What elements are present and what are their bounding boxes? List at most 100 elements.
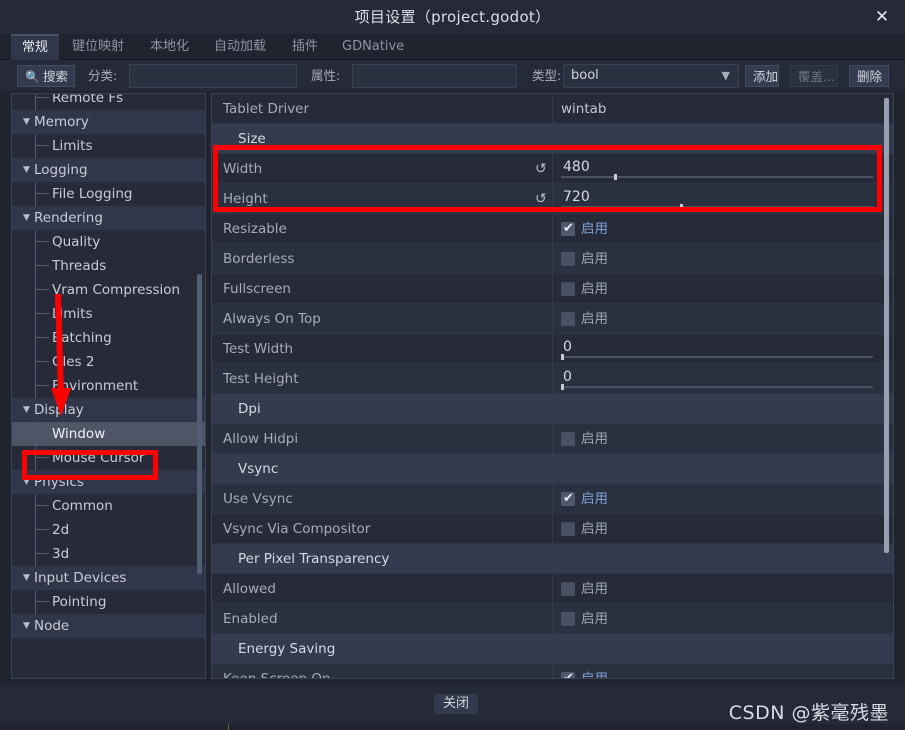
- property-value[interactable]: ✔ 启用: [553, 664, 883, 678]
- property-list-panel[interactable]: Tablet Driver wintab Size Width ↺ 480 Height ↺ 7…: [211, 93, 894, 679]
- sidebar-scrollbar[interactable]: [197, 274, 202, 574]
- sidebar-item-common[interactable]: Common: [12, 494, 205, 518]
- number-slider-grip[interactable]: [561, 384, 564, 390]
- revert-icon[interactable]: ↺: [535, 161, 551, 177]
- tab-5[interactable]: 插件: [281, 34, 329, 60]
- property-row[interactable]: Borderless 启用: [212, 244, 893, 274]
- checkbox-unchecked-icon[interactable]: [561, 582, 575, 596]
- search-button[interactable]: 🔍 搜索: [17, 65, 75, 87]
- chevron-down-icon[interactable]: ▼: [23, 614, 33, 638]
- revert-icon[interactable]: ↺: [535, 191, 551, 207]
- chevron-down-icon[interactable]: ▼: [23, 110, 33, 134]
- close-button[interactable]: 关闭: [434, 694, 479, 714]
- property-value[interactable]: 0: [553, 334, 883, 364]
- property-value[interactable]: 启用: [553, 574, 883, 604]
- property-row[interactable]: Test Height 0: [212, 364, 893, 394]
- tab-1[interactable]: 常规: [11, 34, 60, 60]
- sidebar-item-physics[interactable]: ▼ Physics: [12, 470, 205, 494]
- sidebar-item-file-logging[interactable]: File Logging: [12, 182, 205, 206]
- sidebar-item-quality[interactable]: Quality: [12, 230, 205, 254]
- number-slider-track[interactable]: [561, 356, 873, 358]
- checkbox-unchecked-icon[interactable]: [561, 282, 575, 296]
- sidebar-item-memory[interactable]: ▼ Memory: [12, 110, 205, 134]
- type-select[interactable]: bool ▼: [563, 64, 739, 88]
- tab-3[interactable]: 本地化: [139, 34, 200, 60]
- property-list-scrollbar[interactable]: [884, 98, 889, 553]
- checkbox-unchecked-icon[interactable]: [561, 522, 575, 536]
- property-value[interactable]: wintab: [553, 94, 883, 124]
- chevron-down-icon[interactable]: ▼: [23, 398, 33, 422]
- property-row[interactable]: Height ↺ 720: [212, 184, 893, 214]
- sidebar-item-batching[interactable]: Batching: [12, 326, 205, 350]
- chevron-down-icon[interactable]: ▼: [23, 566, 33, 590]
- tab-2[interactable]: 键位映射: [61, 34, 135, 60]
- property-row[interactable]: Use Vsync ✔ 启用: [212, 484, 893, 514]
- property-input[interactable]: [352, 64, 517, 88]
- category-input[interactable]: [129, 64, 297, 88]
- number-value[interactable]: 0: [563, 366, 572, 388]
- checkbox-unchecked-icon[interactable]: [561, 612, 575, 626]
- settings-category-tree[interactable]: Remote Fs ▼ Memory Limits ▼ Logging File Loggi…: [11, 93, 206, 679]
- override-button[interactable]: 覆盖...: [790, 65, 838, 87]
- tab-6[interactable]: GDNative: [331, 34, 415, 60]
- property-row[interactable]: Tablet Driver wintab: [212, 94, 893, 124]
- chevron-down-icon[interactable]: ▼: [23, 206, 33, 230]
- sidebar-item-pointing[interactable]: Pointing: [12, 590, 205, 614]
- tab-4[interactable]: 自动加载: [203, 34, 277, 60]
- chevron-down-icon[interactable]: ▼: [23, 158, 33, 182]
- number-value[interactable]: 480: [563, 156, 590, 178]
- property-value[interactable]: 0: [553, 364, 883, 394]
- property-value[interactable]: 启用: [553, 244, 883, 274]
- sidebar-item-gles-2[interactable]: Gles 2: [12, 350, 205, 374]
- sidebar-item-limits[interactable]: Limits: [12, 134, 205, 158]
- sidebar-item-logging[interactable]: ▼ Logging: [12, 158, 205, 182]
- sidebar-item-environment[interactable]: Environment: [12, 374, 205, 398]
- property-value[interactable]: 启用: [553, 514, 883, 544]
- property-row[interactable]: Vsync Via Compositor 启用: [212, 514, 893, 544]
- number-value[interactable]: 720: [563, 186, 590, 208]
- add-button[interactable]: 添加: [745, 65, 779, 87]
- property-row[interactable]: Allowed 启用: [212, 574, 893, 604]
- sidebar-item-rendering[interactable]: ▼ Rendering: [12, 206, 205, 230]
- sidebar-item-node[interactable]: ▼ Node: [12, 614, 205, 638]
- number-slider-track[interactable]: [561, 206, 873, 208]
- number-slider-grip[interactable]: [561, 354, 564, 360]
- property-value[interactable]: 启用: [553, 424, 883, 454]
- number-slider-track[interactable]: [561, 386, 873, 388]
- property-row[interactable]: Keep Screen On ✔ 启用: [212, 664, 893, 678]
- checkbox-unchecked-icon[interactable]: [561, 312, 575, 326]
- property-value[interactable]: ✔ 启用: [553, 214, 883, 244]
- number-value[interactable]: 0: [563, 336, 572, 358]
- sidebar-item-display[interactable]: ▼ Display: [12, 398, 205, 422]
- delete-button[interactable]: 删除: [849, 65, 889, 87]
- property-row[interactable]: Width ↺ 480: [212, 154, 893, 184]
- number-slider-grip[interactable]: [614, 174, 618, 180]
- sidebar-item-2d[interactable]: 2d: [12, 518, 205, 542]
- sidebar-item-limits[interactable]: Limits: [12, 302, 205, 326]
- number-slider-track[interactable]: [561, 176, 873, 178]
- property-row[interactable]: Test Width 0: [212, 334, 893, 364]
- checkbox-unchecked-icon[interactable]: [561, 252, 575, 266]
- sidebar-item-remote-fs[interactable]: Remote Fs: [12, 94, 205, 110]
- sidebar-item-vram-compression[interactable]: Vram Compression: [12, 278, 205, 302]
- property-row[interactable]: Always On Top 启用: [212, 304, 893, 334]
- sidebar-item-window[interactable]: Window: [12, 422, 205, 446]
- sidebar-item-mouse-cursor[interactable]: Mouse Cursor: [12, 446, 205, 470]
- sidebar-item-3d[interactable]: 3d: [12, 542, 205, 566]
- chevron-down-icon[interactable]: ▼: [23, 470, 33, 494]
- property-row[interactable]: Allow Hidpi 启用: [212, 424, 893, 454]
- property-value[interactable]: ↺ 720: [535, 184, 883, 214]
- checkbox-unchecked-icon[interactable]: [561, 432, 575, 446]
- close-icon[interactable]: ✕: [869, 4, 895, 30]
- sidebar-item-input-devices[interactable]: ▼ Input Devices: [12, 566, 205, 590]
- property-value[interactable]: 启用: [553, 604, 883, 634]
- property-value[interactable]: 启用: [553, 274, 883, 304]
- property-value[interactable]: 启用: [553, 304, 883, 334]
- property-row[interactable]: Fullscreen 启用: [212, 274, 893, 304]
- property-row[interactable]: Enabled 启用: [212, 604, 893, 634]
- property-row[interactable]: Resizable ✔ 启用: [212, 214, 893, 244]
- property-value[interactable]: ↺ 480: [535, 154, 883, 184]
- number-slider-grip[interactable]: [679, 204, 683, 210]
- sidebar-item-threads[interactable]: Threads: [12, 254, 205, 278]
- property-value[interactable]: ✔ 启用: [553, 484, 883, 514]
